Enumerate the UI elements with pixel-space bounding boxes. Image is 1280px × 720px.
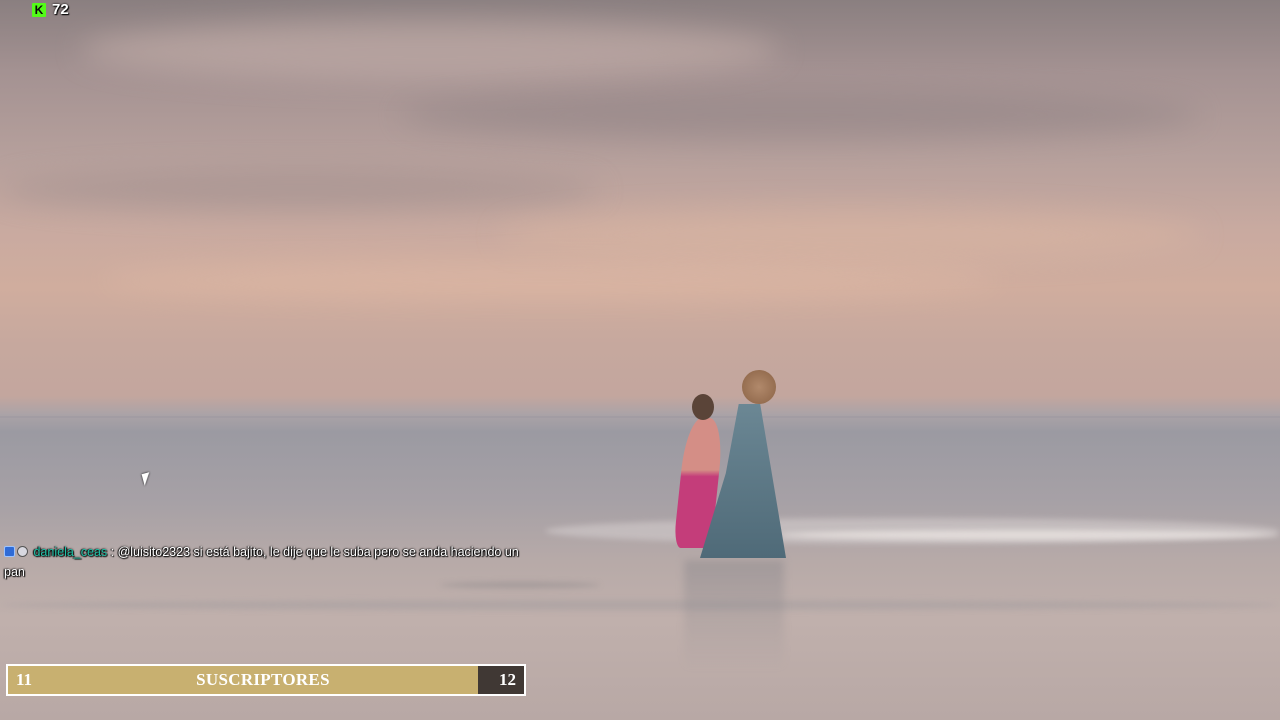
sea-wave xyxy=(780,530,1280,540)
sea-horizon xyxy=(0,416,1280,418)
person-blue-head xyxy=(742,370,776,404)
sky-cloud xyxy=(500,210,1200,260)
subscriber-badge-icon xyxy=(17,546,28,557)
sky-cloud xyxy=(80,20,780,80)
viewer-counter: K 72 xyxy=(32,1,69,18)
kick-logo-icon: K xyxy=(32,2,46,17)
goal-label: SUSCRIPTORES xyxy=(196,670,330,689)
sea-wave xyxy=(440,582,600,588)
person-pink-head xyxy=(692,394,714,420)
stream-video-frame: K 72 daniela_ceas : @luisito2323 si está… xyxy=(0,0,1280,720)
goal-target-count: 12 xyxy=(499,670,516,689)
viewer-count: 72 xyxy=(52,1,69,18)
sky-cloud xyxy=(100,260,1000,300)
sky-cloud xyxy=(0,170,600,210)
figures-reflection xyxy=(684,560,784,670)
mouse-cursor-icon xyxy=(141,472,153,486)
sky-cloud xyxy=(400,90,1200,140)
subscriber-goal-bar: 11 SUSCRIPTORES 12 xyxy=(6,664,526,696)
verified-badge-icon xyxy=(4,546,15,557)
chat-message: daniela_ceas : @luisito2323 si está baji… xyxy=(4,542,524,582)
sea-wave xyxy=(0,600,1280,610)
chat-separator: : xyxy=(107,545,118,559)
chat-username[interactable]: daniela_ceas xyxy=(33,545,107,559)
